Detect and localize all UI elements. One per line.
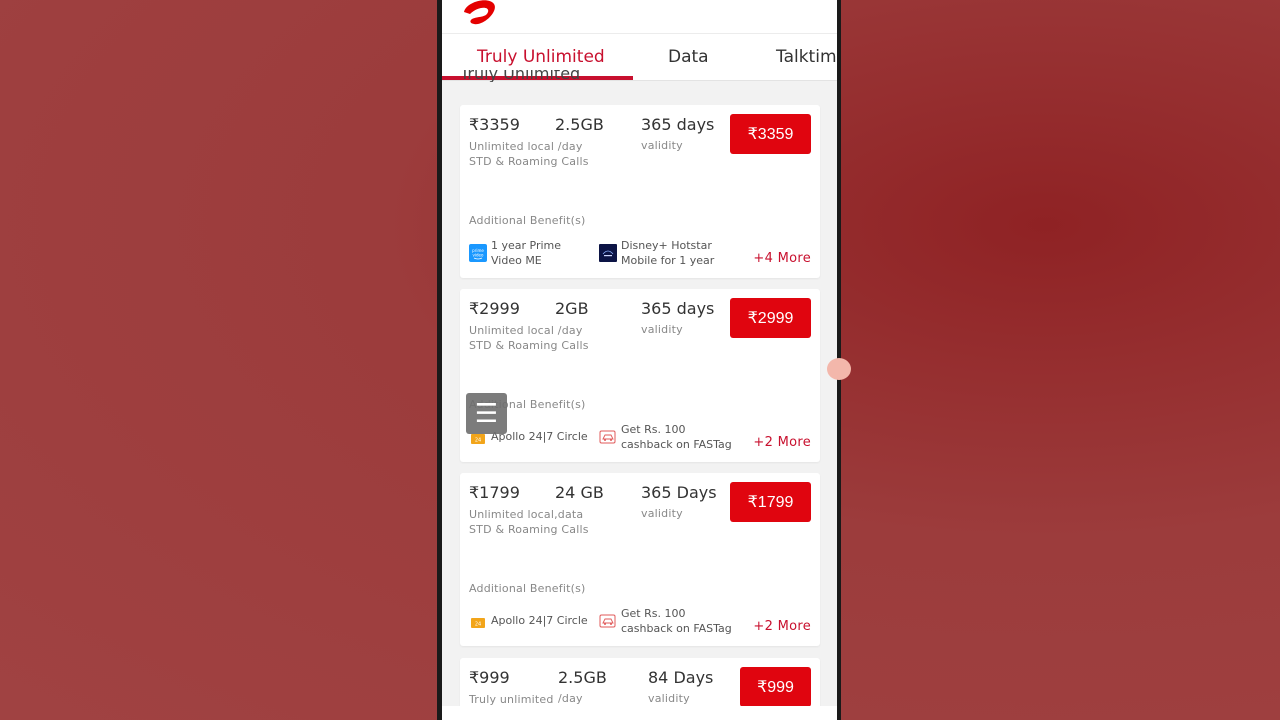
buy-plan-button[interactable]: ₹3359 xyxy=(730,114,811,154)
svg-text:video: video xyxy=(473,253,484,258)
additional-benefits-label: Additional Benefit(s) xyxy=(469,214,586,227)
bottom-bar xyxy=(442,706,837,720)
tab-talktime[interactable]: Talktime xyxy=(776,47,837,67)
more-benefits-link[interactable]: +4 More xyxy=(753,251,811,266)
plan-data: 2GB xyxy=(555,299,589,318)
svg-text:24: 24 xyxy=(475,622,481,628)
plan-price: ₹1799 xyxy=(469,483,520,502)
plan-calls-desc: Unlimited local /day STD & Roaming Calls xyxy=(469,140,589,168)
svg-text:24: 24 xyxy=(475,438,481,444)
benefit-item: 24 Apollo 24|7 Circle xyxy=(469,613,594,631)
plan-card[interactable]: ₹1799 24 GB 365 Days Unlimited local,dat… xyxy=(460,473,820,646)
benefit-item: Disney+ Hotstar Mobile for 1 year xyxy=(599,238,724,268)
more-benefits-link[interactable]: +2 More xyxy=(753,435,811,450)
validity-label: validity xyxy=(641,507,683,520)
app-screen: Truly Unlimited Data Talktime Truly Unli… xyxy=(442,0,837,720)
menu-button[interactable]: ☰ xyxy=(466,393,507,434)
tab-data[interactable]: Data xyxy=(668,47,709,67)
plan-price: ₹2999 xyxy=(469,299,520,318)
plan-validity: 84 Days xyxy=(648,668,714,687)
more-benefits-link[interactable]: +2 More xyxy=(753,619,811,634)
validity-label: validity xyxy=(641,323,683,336)
benefit-item: Get Rs. 100 cashback on FASTag xyxy=(599,422,734,452)
benefit-item: Get Rs. 100 cashback on FASTag xyxy=(599,606,734,636)
buy-plan-button[interactable]: ₹1799 xyxy=(730,482,811,522)
apollo-icon: 24 xyxy=(471,618,485,628)
plan-data: 2.5GB xyxy=(558,668,607,687)
prime-video-icon: prime video xyxy=(469,244,487,262)
tab-truly-unlimited[interactable]: Truly Unlimited xyxy=(477,47,605,67)
additional-benefits-label: Additional Benefit(s) xyxy=(469,582,586,595)
plan-validity: 365 days xyxy=(641,299,715,318)
plan-card[interactable]: ₹999 2.5GB 84 Days Truly unlimited /day … xyxy=(460,658,820,706)
plan-data: 2.5GB xyxy=(555,115,604,134)
floating-handle[interactable] xyxy=(827,358,851,380)
plan-validity: 365 days xyxy=(641,115,715,134)
plan-price: ₹999 xyxy=(469,668,510,687)
benefit-item: prime video 1 year Prime Video ME xyxy=(469,238,594,268)
plan-card[interactable]: ₹2999 2GB 365 days Unlimited local /day … xyxy=(460,289,820,462)
data-sub-label: /day xyxy=(558,692,583,705)
plan-calls-desc: Unlimited local,data STD & Roaming Calls xyxy=(469,508,589,536)
section-title: Truly Unlimited xyxy=(460,70,581,82)
buy-plan-button[interactable]: ₹2999 xyxy=(730,298,811,338)
disney-hotstar-icon xyxy=(599,244,617,262)
plan-price: ₹3359 xyxy=(469,115,520,134)
buy-plan-button[interactable]: ₹999 xyxy=(740,667,811,706)
fastag-car-icon xyxy=(599,430,616,444)
menu-icon: ☰ xyxy=(474,398,499,429)
plan-validity: 365 Days xyxy=(641,483,717,502)
fastag-car-icon xyxy=(599,614,616,628)
app-header xyxy=(442,0,837,34)
validity-label: validity xyxy=(641,139,683,152)
plan-data: 24 GB xyxy=(555,483,604,502)
validity-label: validity xyxy=(648,692,690,705)
plan-calls-desc: Unlimited local /day STD & Roaming Calls xyxy=(469,324,589,352)
airtel-logo-icon[interactable] xyxy=(458,0,502,28)
plan-card[interactable]: ₹3359 2.5GB 365 days Unlimited local /da… xyxy=(460,105,820,278)
